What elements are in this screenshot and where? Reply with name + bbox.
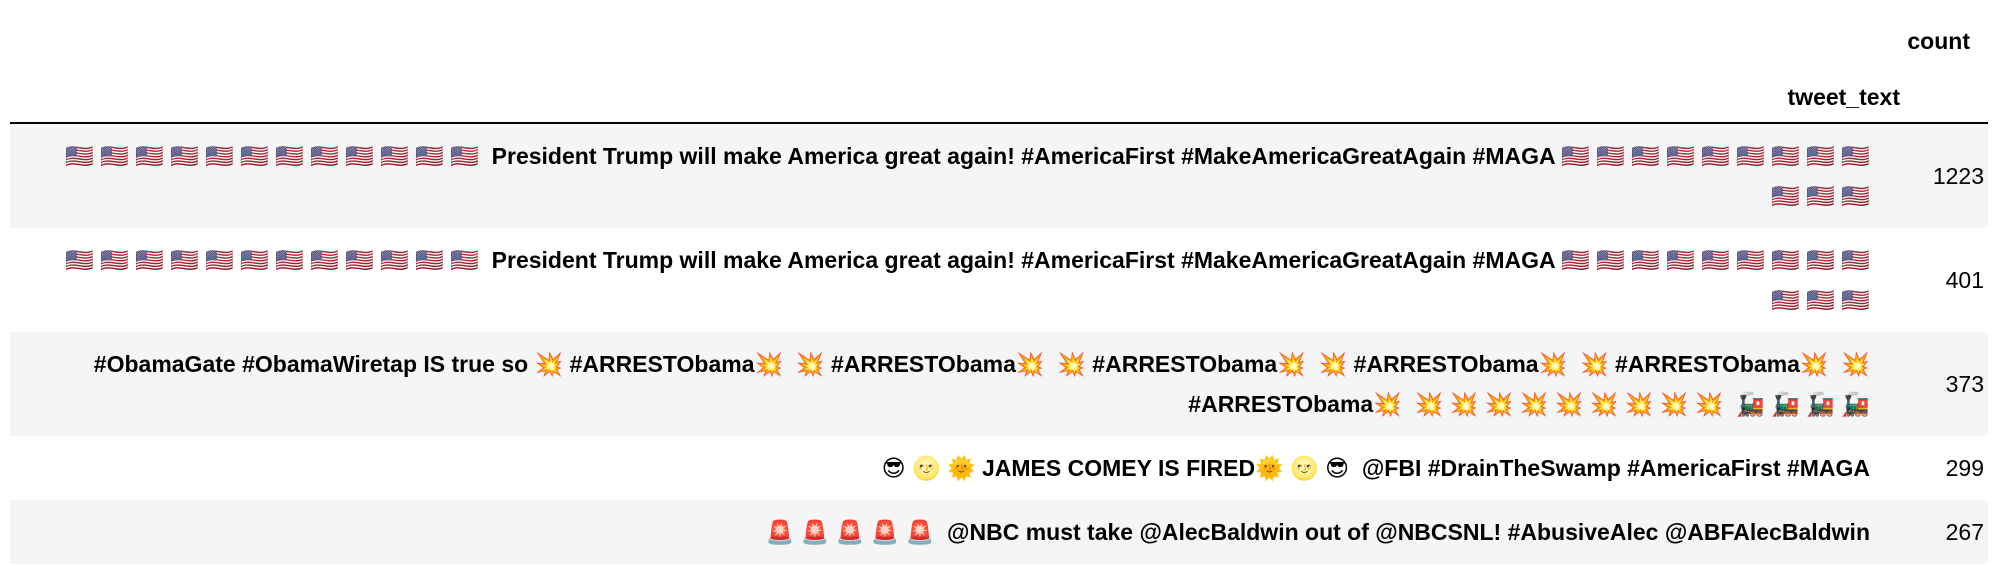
tweet-text-cell: #ObamaGate #ObamaWiretap IS true so 💥 #A…	[93, 351, 1877, 417]
count-cell: 401	[1945, 267, 1984, 293]
table-row: 🇺🇸 🇺🇸 🇺🇸 🇺🇸 🇺🇸 🇺🇸 🇺🇸 🇺🇸 🇺🇸 🇺🇸 🇺🇸 🇺🇸 Pres…	[10, 124, 1988, 228]
dataframe-table: count tweet_text 🇺🇸 🇺🇸 🇺🇸 🇺🇸 🇺🇸 🇺🇸 🇺🇸 🇺🇸…	[0, 0, 2002, 566]
tweet-text-cell: 😎 🌝 🌞 JAMES COMEY IS FIRED🌞 🌝 😎 @FBI #Dr…	[881, 455, 1870, 481]
count-cell: 373	[1945, 371, 1984, 397]
count-cell: 1223	[1932, 163, 1984, 189]
table-row: #ObamaGate #ObamaWiretap IS true so 💥 #A…	[10, 332, 1988, 436]
count-cell: 267	[1945, 519, 1984, 545]
tweet-text-cell: 🚨 🚨 🚨 🚨 🚨 @NBC must take @AlecBaldwin ou…	[765, 519, 1870, 545]
table-row: 😎 🌝 🌞 JAMES COMEY IS FIRED🌞 🌝 😎 @FBI #Dr…	[10, 436, 1988, 500]
tweet-text-cell: 🇺🇸 🇺🇸 🇺🇸 🇺🇸 🇺🇸 🇺🇸 🇺🇸 🇺🇸 🇺🇸 🇺🇸 🇺🇸 🇺🇸 Pres…	[64, 247, 1877, 313]
table-row: 🇺🇸 🇺🇸 🇺🇸 🇺🇸 🇺🇸 🇺🇸 🇺🇸 🇺🇸 🇺🇸 🇺🇸 🇺🇸 🇺🇸 Pres…	[10, 228, 1988, 332]
column-header-count: count	[1907, 28, 1970, 54]
count-cell: 299	[1945, 455, 1984, 481]
index-header-tweet-text: tweet_text	[1787, 84, 1900, 110]
table-row: 🚨 🚨 🚨 🚨 🚨 @NBC must take @AlecBaldwin ou…	[10, 500, 1988, 564]
tweet-text-cell: 🇺🇸 🇺🇸 🇺🇸 🇺🇸 🇺🇸 🇺🇸 🇺🇸 🇺🇸 🇺🇸 🇺🇸 🇺🇸 🇺🇸 Pres…	[64, 143, 1877, 209]
